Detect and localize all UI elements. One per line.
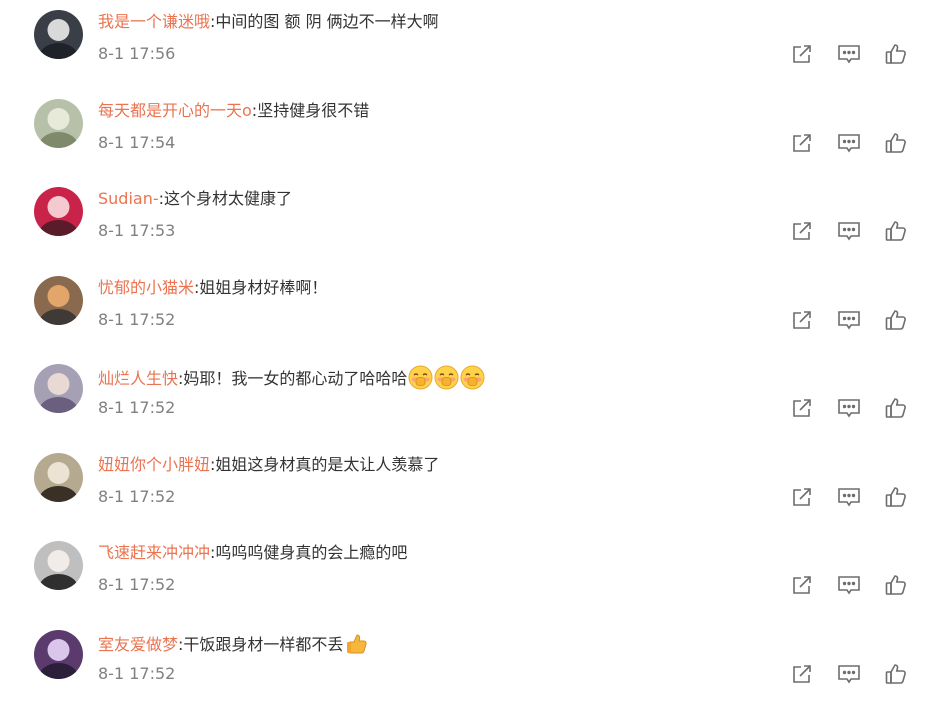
like-icon[interactable] bbox=[884, 573, 908, 597]
comment-actions bbox=[790, 396, 910, 420]
comment-item: 室友爱做梦:干饭跟身材一样都不丢 8-1 17:52 bbox=[0, 620, 937, 704]
comment-timestamp: 8-1 17:52 bbox=[98, 486, 176, 506]
share-icon[interactable] bbox=[790, 485, 814, 509]
like-icon[interactable] bbox=[884, 131, 908, 155]
comment-line: 忧郁的小猫米:姐姐身材好棒啊！ bbox=[98, 277, 327, 299]
comment-timestamp: 8-1 17:52 bbox=[98, 398, 176, 417]
avatar[interactable] bbox=[34, 452, 83, 502]
comment-line: 妞妞你个小胖妞:姐姐这身材真的是太让人羡慕了 bbox=[98, 454, 439, 476]
comment-timestamp: 8-1 17:56 bbox=[98, 44, 176, 63]
comment-item: 我是一个谦迷哦:中间的图 额 阴 俩边不一样大啊 8-1 17:56 bbox=[0, 0, 937, 88]
shy-face-emoji bbox=[408, 365, 433, 390]
avatar[interactable] bbox=[34, 541, 83, 590]
comment-item: 飞速赶来冲冲冲:呜呜呜健身真的会上瘾的吧 8-1 17:52 bbox=[0, 531, 937, 619]
reply-icon[interactable] bbox=[837, 662, 861, 686]
reply-icon[interactable] bbox=[837, 219, 861, 243]
comment-actions bbox=[790, 308, 910, 332]
reply-icon[interactable] bbox=[837, 573, 861, 597]
comment-line: 每天都是开心的一天o:坚持健身很不错 bbox=[98, 100, 369, 122]
share-icon[interactable] bbox=[790, 396, 814, 420]
comment-text: 这个身材太健康了 bbox=[164, 189, 293, 208]
comment-item: 妞妞你个小胖妞:姐姐这身材真的是太让人羡慕了 8-1 17:52 bbox=[0, 443, 937, 531]
username-link[interactable]: 室友爱做梦 bbox=[98, 635, 178, 654]
comment-item: 每天都是开心的一天o:坚持健身很不错 8-1 17:54 bbox=[0, 89, 937, 177]
comment-text: 妈耶！我一女的都心动了哈哈哈 bbox=[183, 369, 408, 388]
avatar[interactable] bbox=[34, 629, 83, 679]
comment-actions bbox=[790, 662, 910, 686]
like-icon[interactable] bbox=[884, 308, 908, 332]
comment-actions bbox=[790, 573, 910, 597]
reply-icon[interactable] bbox=[837, 485, 861, 509]
comment-text: 姐姐这身材真的是太让人羡慕了 bbox=[215, 454, 440, 474]
avatar[interactable] bbox=[34, 275, 83, 325]
comment-item: 灿烂人生快:妈耶！我一女的都心动了哈哈哈 8-1 17:52 bbox=[0, 354, 937, 442]
comment-line: 我是一个谦迷哦:中间的图 额 阴 俩边不一样大啊 bbox=[98, 11, 439, 33]
comment-item: Sudian-:这个身材太健康了 8-1 17:53 bbox=[0, 177, 937, 265]
like-icon[interactable] bbox=[884, 485, 908, 509]
like-icon[interactable] bbox=[884, 662, 908, 686]
comment-line: 灿烂人生快:妈耶！我一女的都心动了哈哈哈 bbox=[98, 365, 485, 390]
comment-timestamp: 8-1 17:52 bbox=[98, 663, 176, 683]
comment-line: 室友爱做梦:干饭跟身材一样都不丢 bbox=[98, 631, 369, 656]
comment-line: 飞速赶来冲冲冲:呜呜呜健身真的会上瘾的吧 bbox=[98, 542, 407, 564]
comment-item: 忧郁的小猫米:姐姐身材好棒啊！ 8-1 17:52 bbox=[0, 266, 937, 354]
username-link[interactable]: 忧郁的小猫米 bbox=[98, 278, 194, 297]
username-link[interactable]: 每天都是开心的一天o bbox=[98, 101, 252, 120]
share-icon[interactable] bbox=[790, 219, 814, 243]
reply-icon[interactable] bbox=[837, 308, 861, 332]
avatar[interactable] bbox=[34, 187, 83, 236]
comment-timestamp: 8-1 17:52 bbox=[98, 309, 176, 329]
like-icon[interactable] bbox=[884, 42, 908, 66]
avatar[interactable] bbox=[34, 10, 83, 59]
comment-text: 坚持健身很不错 bbox=[257, 100, 370, 120]
comment-text: 中间的图 额 阴 俩边不一样大啊 bbox=[215, 12, 439, 31]
like-icon[interactable] bbox=[884, 396, 908, 420]
username-link[interactable]: Sudian- bbox=[98, 189, 159, 208]
avatar[interactable] bbox=[34, 98, 83, 148]
thumbs-up-emoji bbox=[344, 631, 369, 656]
comment-actions bbox=[790, 485, 910, 509]
comment-text: 呜呜呜健身真的会上瘾的吧 bbox=[215, 543, 408, 562]
comment-actions bbox=[790, 219, 910, 243]
like-icon[interactable] bbox=[884, 219, 908, 243]
comment-list: 我是一个谦迷哦:中间的图 额 阴 俩边不一样大啊 8-1 17:56 每天都是开心的… bbox=[0, 0, 937, 704]
avatar[interactable] bbox=[34, 364, 83, 413]
shy-face-emoji bbox=[460, 365, 485, 390]
username-link[interactable]: 我是一个谦迷哦 bbox=[98, 12, 210, 31]
comment-line: Sudian-:这个身材太健康了 bbox=[98, 188, 292, 210]
comment-text: 干饭跟身材一样都不丢 bbox=[183, 634, 344, 654]
share-icon[interactable] bbox=[790, 573, 814, 597]
username-link[interactable]: 飞速赶来冲冲冲 bbox=[98, 543, 210, 562]
username-link[interactable]: 妞妞你个小胖妞 bbox=[98, 455, 210, 474]
comment-actions bbox=[790, 131, 910, 155]
username-link[interactable]: 灿烂人生快 bbox=[98, 369, 178, 388]
share-icon[interactable] bbox=[790, 308, 814, 332]
reply-icon[interactable] bbox=[837, 42, 861, 66]
shy-face-emoji bbox=[434, 365, 459, 390]
comment-text: 姐姐身材好棒啊！ bbox=[199, 277, 328, 297]
share-icon[interactable] bbox=[790, 131, 814, 155]
comment-timestamp: 8-1 17:52 bbox=[98, 575, 176, 594]
share-icon[interactable] bbox=[790, 662, 814, 686]
share-icon[interactable] bbox=[790, 42, 814, 66]
reply-icon[interactable] bbox=[837, 131, 861, 155]
comment-timestamp: 8-1 17:54 bbox=[98, 132, 176, 152]
comment-timestamp: 8-1 17:53 bbox=[98, 221, 176, 240]
reply-icon[interactable] bbox=[837, 396, 861, 420]
comment-actions bbox=[790, 42, 910, 66]
